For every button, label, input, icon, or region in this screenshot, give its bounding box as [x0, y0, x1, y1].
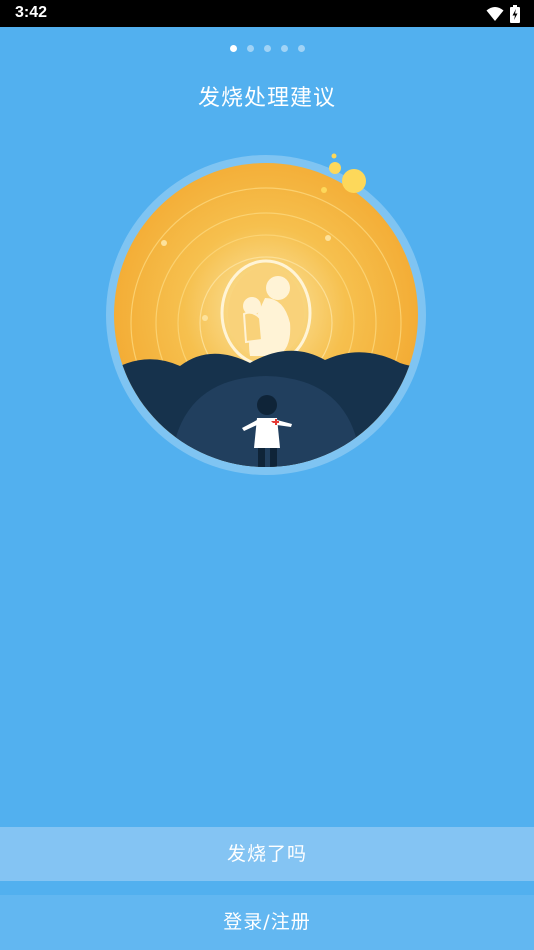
battery-charging-icon [510, 5, 520, 23]
page-indicator [0, 45, 534, 52]
status-bar: 3:42 [0, 0, 534, 27]
fever-check-button[interactable]: 发烧了吗 [0, 827, 534, 881]
page-dot-2[interactable] [246, 45, 254, 52]
mother-child-doctor-illustration [106, 153, 426, 475]
page-dot-1[interactable] [229, 45, 237, 52]
page-dot-3[interactable] [263, 45, 271, 52]
page-dot-5[interactable] [297, 45, 305, 52]
login-register-button[interactable]: 登录/注册 [0, 895, 534, 950]
status-icons [486, 4, 520, 24]
status-time: 3:42 [15, 4, 48, 21]
page-dot-4[interactable] [280, 45, 288, 52]
page-title: 发烧处理建议 [197, 86, 336, 111]
wifi-icon [486, 7, 504, 21]
